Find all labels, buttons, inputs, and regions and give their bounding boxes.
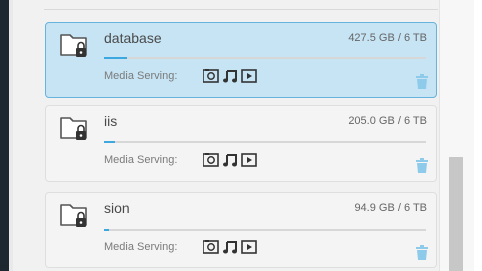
share-name: iis	[104, 113, 118, 129]
media-serving-label: Media Serving:	[104, 70, 178, 82]
media-icons-group	[203, 69, 273, 83]
music-note-icon[interactable]	[223, 241, 237, 254]
video-play-icon[interactable]	[241, 69, 257, 83]
camera-icon[interactable]	[203, 240, 219, 254]
left-dark-edge	[0, 0, 9, 271]
locked-folder-icon	[59, 30, 91, 60]
locked-folder-icon	[59, 113, 91, 143]
usage-bar	[104, 57, 426, 59]
trash-icon[interactable]	[416, 158, 428, 173]
usage-bar	[104, 229, 426, 231]
usage-fill	[104, 141, 115, 143]
trash-icon[interactable]	[416, 245, 428, 260]
share-usage: 205.0 GB / 6 TB	[348, 115, 427, 127]
locked-folder-icon	[59, 200, 91, 230]
media-icons-group	[203, 153, 273, 167]
previous-card-edge	[44, 9, 438, 10]
music-note-icon[interactable]	[223, 70, 237, 83]
share-usage: 427.5 GB / 6 TB	[348, 32, 427, 44]
media-serving-label: Media Serving:	[104, 241, 178, 253]
share-card-iis[interactable]: iis 205.0 GB / 6 TB Media Serving:	[45, 105, 437, 182]
share-card-sion[interactable]: sion 94.9 GB / 6 TB Media Serving:	[45, 192, 437, 268]
trash-icon[interactable]	[416, 74, 428, 89]
usage-fill	[104, 229, 110, 231]
share-card-database[interactable]: database 427.5 GB / 6 TB Media Serving:	[45, 22, 437, 98]
media-icons-group	[203, 240, 273, 254]
scrollbar-thumb[interactable]	[449, 157, 463, 271]
music-note-icon[interactable]	[223, 154, 237, 167]
share-name: sion	[104, 200, 130, 216]
media-serving-label: Media Serving:	[104, 154, 178, 166]
share-name: database	[104, 30, 162, 46]
video-play-icon[interactable]	[241, 240, 257, 254]
usage-fill	[104, 57, 127, 59]
camera-icon[interactable]	[203, 153, 219, 167]
usage-bar	[104, 141, 426, 143]
camera-icon[interactable]	[203, 69, 219, 83]
video-play-icon[interactable]	[241, 153, 257, 167]
share-usage: 94.9 GB / 6 TB	[354, 202, 427, 214]
